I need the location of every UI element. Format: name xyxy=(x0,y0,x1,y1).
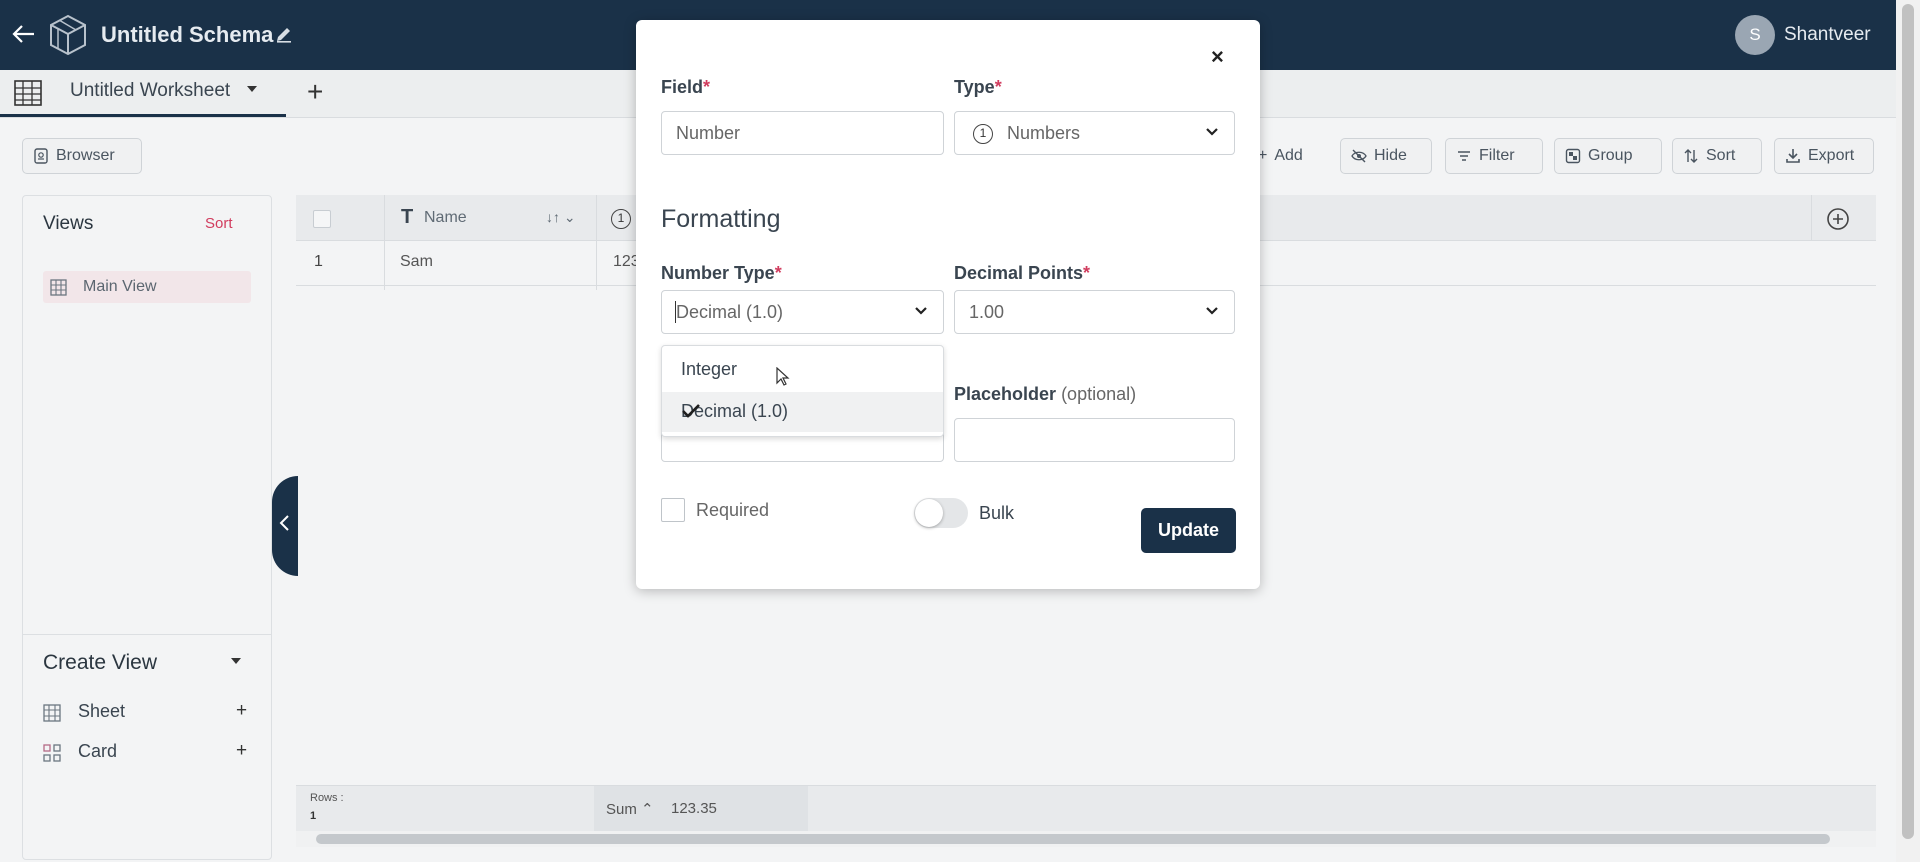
bulk-toggle[interactable] xyxy=(914,498,968,528)
decimal-points-value: 1.00 xyxy=(969,302,1005,322)
chevron-down-icon xyxy=(1204,124,1220,140)
placeholder-label-text: Placeholder xyxy=(954,384,1057,404)
placeholder-label: Placeholder (optional) xyxy=(954,384,1136,405)
required-marker: * xyxy=(703,77,711,97)
option-label: Integer xyxy=(681,359,738,379)
field-name-input[interactable]: Number xyxy=(661,111,944,155)
decimal-points-label-text: Decimal Points xyxy=(954,263,1084,283)
decimal-points-select[interactable]: 1.00 xyxy=(954,290,1235,334)
required-checkbox[interactable] xyxy=(661,498,685,522)
edit-field-modal: × Field* Number Type* 1 Numbers Formatti… xyxy=(636,20,1260,589)
required-marker: * xyxy=(994,77,1002,97)
chevron-down-icon xyxy=(1204,303,1220,319)
field-label-text: Field xyxy=(661,77,704,97)
dropdown-option-integer[interactable]: Integer xyxy=(662,350,943,390)
field-label: Field* xyxy=(661,77,710,98)
formatting-heading: Formatting xyxy=(661,205,781,233)
toggle-knob xyxy=(915,499,943,527)
placeholder-input[interactable] xyxy=(954,418,1235,462)
update-button[interactable]: Update xyxy=(1141,508,1236,553)
dropdown-option-decimal[interactable]: Decimal (1.0) xyxy=(662,392,943,432)
number-type-label: Number Type* xyxy=(661,263,782,284)
type-select[interactable]: 1 Numbers xyxy=(954,111,1235,155)
chevron-down-icon xyxy=(913,303,929,319)
type-value: Numbers xyxy=(1007,123,1081,143)
required-marker: * xyxy=(1083,263,1091,283)
optional-hint: (optional) xyxy=(1061,384,1137,404)
field-name-value: Number xyxy=(676,123,741,143)
scrollbar-thumb[interactable] xyxy=(1902,4,1914,839)
number-type-label-text: Number Type xyxy=(661,263,775,283)
type-label-text: Type xyxy=(954,77,995,97)
type-label: Type* xyxy=(954,77,1002,98)
required-marker: * xyxy=(774,263,782,283)
decimal-points-label: Decimal Points* xyxy=(954,263,1090,284)
number-type-value: Decimal (1.0) xyxy=(676,302,784,322)
bulk-label: Bulk xyxy=(979,503,1015,523)
number-type-dropdown: Integer Decimal (1.0) xyxy=(661,345,944,437)
required-label: Required xyxy=(696,500,770,520)
check-icon xyxy=(681,401,701,421)
vertical-scrollbar[interactable] xyxy=(1896,0,1920,862)
number-type-select[interactable]: Decimal (1.0) xyxy=(661,290,944,334)
mouse-cursor-icon xyxy=(776,366,790,387)
close-icon[interactable]: × xyxy=(1211,44,1224,70)
number-circle-icon: 1 xyxy=(973,124,993,144)
